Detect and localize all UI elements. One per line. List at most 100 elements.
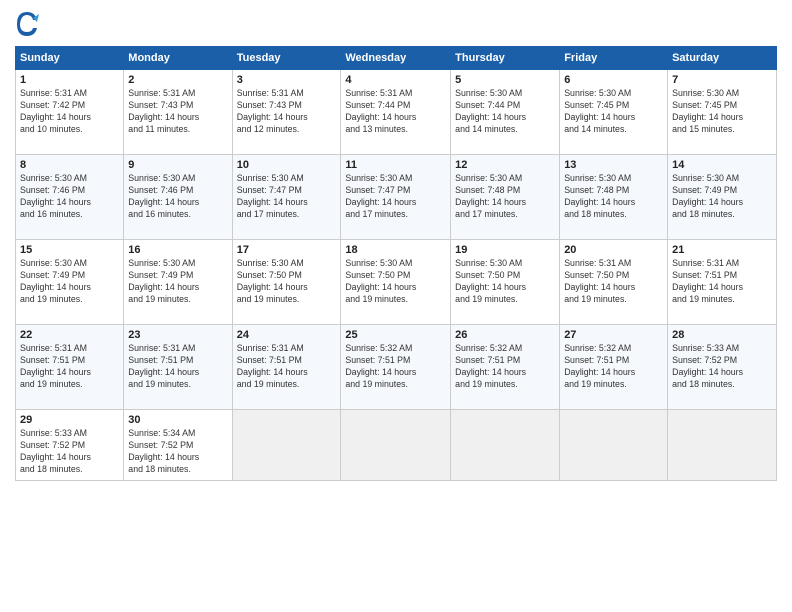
day-number: 2: [128, 74, 227, 86]
day-info: Sunrise: 5:30 AMSunset: 7:49 PMDaylight:…: [128, 258, 227, 306]
calendar-header-wednesday: Wednesday: [341, 47, 451, 70]
logo-icon: [15, 10, 39, 38]
day-info: Sunrise: 5:33 AMSunset: 7:52 PMDaylight:…: [672, 343, 772, 391]
day-number: 7: [672, 74, 772, 86]
header: [15, 10, 777, 38]
calendar-cell: 28 Sunrise: 5:33 AMSunset: 7:52 PMDayligh…: [668, 325, 777, 410]
calendar-cell: 26 Sunrise: 5:32 AMSunset: 7:51 PMDayligh…: [451, 325, 560, 410]
day-number: 22: [20, 329, 119, 341]
day-info: Sunrise: 5:31 AMSunset: 7:51 PMDaylight:…: [237, 343, 337, 391]
calendar-cell: 24 Sunrise: 5:31 AMSunset: 7:51 PMDayligh…: [232, 325, 341, 410]
day-number: 13: [564, 159, 663, 171]
day-info: Sunrise: 5:30 AMSunset: 7:50 PMDaylight:…: [345, 258, 446, 306]
day-number: 26: [455, 329, 555, 341]
calendar-cell: 27 Sunrise: 5:32 AMSunset: 7:51 PMDayligh…: [560, 325, 668, 410]
day-number: 29: [20, 414, 119, 426]
day-number: 10: [237, 159, 337, 171]
calendar-cell: 18Sunrise: 5:30 AMSunset: 7:50 PMDayligh…: [341, 240, 451, 325]
calendar-table: SundayMondayTuesdayWednesdayThursdayFrid…: [15, 46, 777, 481]
day-info: Sunrise: 5:30 AMSunset: 7:48 PMDaylight:…: [564, 173, 663, 221]
calendar-cell: 21 Sunrise: 5:31 AMSunset: 7:51 PMDayligh…: [668, 240, 777, 325]
calendar-cell: 1 Sunrise: 5:31 AMSunset: 7:42 PMDaylight…: [16, 70, 124, 155]
calendar-cell: [341, 410, 451, 481]
calendar-cell: 6 Sunrise: 5:30 AMSunset: 7:45 PMDaylight…: [560, 70, 668, 155]
day-info: Sunrise: 5:31 AMSunset: 7:44 PMDaylight:…: [345, 88, 446, 136]
calendar-cell: 8 Sunrise: 5:30 AMSunset: 7:46 PMDaylight…: [16, 155, 124, 240]
calendar-cell: [232, 410, 341, 481]
day-number: 1: [20, 74, 119, 86]
calendar-cell: 5 Sunrise: 5:30 AMSunset: 7:44 PMDaylight…: [451, 70, 560, 155]
calendar-cell: 12 Sunrise: 5:30 AMSunset: 7:48 PMDayligh…: [451, 155, 560, 240]
calendar-header-monday: Monday: [124, 47, 232, 70]
day-info: Sunrise: 5:30 AMSunset: 7:46 PMDaylight:…: [20, 173, 119, 221]
day-number: 30: [128, 414, 227, 426]
day-info: Sunrise: 5:31 AMSunset: 7:43 PMDaylight:…: [128, 88, 227, 136]
day-info: Sunrise: 5:31 AMSunset: 7:43 PMDaylight:…: [237, 88, 337, 136]
day-info: Sunrise: 5:32 AMSunset: 7:51 PMDaylight:…: [564, 343, 663, 391]
calendar-cell: 20 Sunrise: 5:31 AMSunset: 7:50 PMDayligh…: [560, 240, 668, 325]
day-info: Sunrise: 5:31 AMSunset: 7:51 PMDaylight:…: [20, 343, 119, 391]
day-info: Sunrise: 5:30 AMSunset: 7:44 PMDaylight:…: [455, 88, 555, 136]
day-info: Sunrise: 5:30 AMSunset: 7:45 PMDaylight:…: [672, 88, 772, 136]
calendar-cell: 25 Sunrise: 5:32 AMSunset: 7:51 PMDayligh…: [341, 325, 451, 410]
day-number: 28: [672, 329, 772, 341]
day-info: Sunrise: 5:31 AMSunset: 7:51 PMDaylight:…: [128, 343, 227, 391]
calendar-cell: 3Sunrise: 5:31 AMSunset: 7:43 PMDaylight…: [232, 70, 341, 155]
page: SundayMondayTuesdayWednesdayThursdayFrid…: [0, 0, 792, 612]
calendar-cell: [668, 410, 777, 481]
day-info: Sunrise: 5:32 AMSunset: 7:51 PMDaylight:…: [345, 343, 446, 391]
calendar-header-friday: Friday: [560, 47, 668, 70]
calendar-cell: 22 Sunrise: 5:31 AMSunset: 7:51 PMDayligh…: [16, 325, 124, 410]
day-info: Sunrise: 5:31 AMSunset: 7:50 PMDaylight:…: [564, 258, 663, 306]
day-info: Sunrise: 5:32 AMSunset: 7:51 PMDaylight:…: [455, 343, 555, 391]
day-number: 15: [20, 244, 119, 256]
day-number: 27: [564, 329, 663, 341]
logo: [15, 10, 42, 38]
calendar-cell: 13 Sunrise: 5:30 AMSunset: 7:48 PMDayligh…: [560, 155, 668, 240]
day-number: 4: [345, 74, 446, 86]
day-info: Sunrise: 5:33 AMSunset: 7:52 PMDaylight:…: [20, 428, 119, 476]
day-number: 8: [20, 159, 119, 171]
calendar-header-saturday: Saturday: [668, 47, 777, 70]
day-number: 17: [237, 244, 337, 256]
calendar-header-sunday: Sunday: [16, 47, 124, 70]
day-info: Sunrise: 5:30 AMSunset: 7:48 PMDaylight:…: [455, 173, 555, 221]
calendar-cell: 11 Sunrise: 5:30 AMSunset: 7:47 PMDayligh…: [341, 155, 451, 240]
calendar-cell: 9 Sunrise: 5:30 AMSunset: 7:46 PMDaylight…: [124, 155, 232, 240]
day-number: 20: [564, 244, 663, 256]
day-info: Sunrise: 5:30 AMSunset: 7:49 PMDaylight:…: [672, 173, 772, 221]
day-info: Sunrise: 5:30 AMSunset: 7:49 PMDaylight:…: [20, 258, 119, 306]
day-number: 5: [455, 74, 555, 86]
calendar-cell: [560, 410, 668, 481]
calendar-cell: 10 Sunrise: 5:30 AMSunset: 7:47 PMDayligh…: [232, 155, 341, 240]
day-info: Sunrise: 5:30 AMSunset: 7:50 PMDaylight:…: [455, 258, 555, 306]
day-info: Sunrise: 5:34 AMSunset: 7:52 PMDaylight:…: [128, 428, 227, 476]
calendar-cell: 14 Sunrise: 5:30 AMSunset: 7:49 PMDayligh…: [668, 155, 777, 240]
day-number: 23: [128, 329, 227, 341]
day-number: 21: [672, 244, 772, 256]
calendar-cell: 4 Sunrise: 5:31 AMSunset: 7:44 PMDaylight…: [341, 70, 451, 155]
day-number: 12: [455, 159, 555, 171]
day-info: Sunrise: 5:30 AMSunset: 7:46 PMDaylight:…: [128, 173, 227, 221]
day-number: 14: [672, 159, 772, 171]
calendar-cell: [451, 410, 560, 481]
day-info: Sunrise: 5:30 AMSunset: 7:47 PMDaylight:…: [345, 173, 446, 221]
day-number: 19: [455, 244, 555, 256]
day-number: 24: [237, 329, 337, 341]
calendar-cell: 17Sunrise: 5:30 AMSunset: 7:50 PMDayligh…: [232, 240, 341, 325]
calendar-header-thursday: Thursday: [451, 47, 560, 70]
calendar-cell: 19 Sunrise: 5:30 AMSunset: 7:50 PMDayligh…: [451, 240, 560, 325]
day-number: 6: [564, 74, 663, 86]
day-info: Sunrise: 5:31 AMSunset: 7:51 PMDaylight:…: [672, 258, 772, 306]
calendar-cell: 7 Sunrise: 5:30 AMSunset: 7:45 PMDaylight…: [668, 70, 777, 155]
calendar-header-row: SundayMondayTuesdayWednesdayThursdayFrid…: [16, 47, 777, 70]
day-info: Sunrise: 5:30 AMSunset: 7:45 PMDaylight:…: [564, 88, 663, 136]
day-number: 11: [345, 159, 446, 171]
calendar-cell: 30 Sunrise: 5:34 AMSunset: 7:52 PMDayligh…: [124, 410, 232, 481]
day-number: 16: [128, 244, 227, 256]
day-number: 25: [345, 329, 446, 341]
day-info: Sunrise: 5:30 AMSunset: 7:47 PMDaylight:…: [237, 173, 337, 221]
day-number: 9: [128, 159, 227, 171]
day-info: Sunrise: 5:31 AMSunset: 7:42 PMDaylight:…: [20, 88, 119, 136]
calendar-cell: 23 Sunrise: 5:31 AMSunset: 7:51 PMDayligh…: [124, 325, 232, 410]
